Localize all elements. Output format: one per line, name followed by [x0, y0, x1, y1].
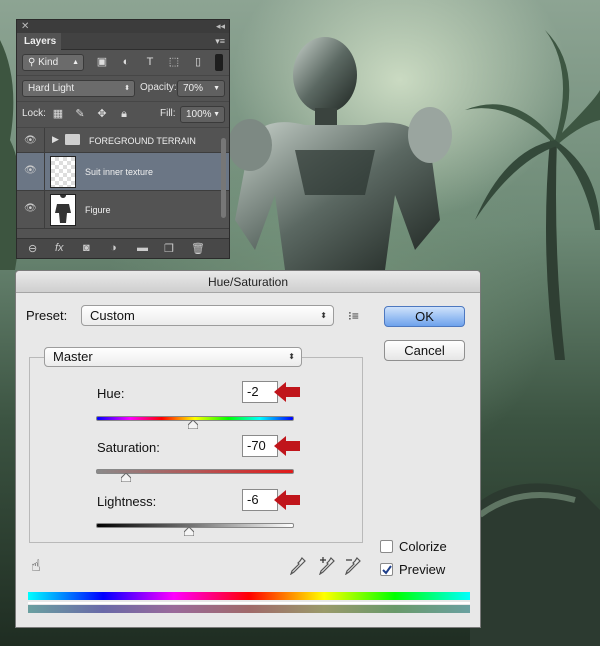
layer-row-group[interactable]: 👁︎ ▶ FOREGROUND TERRAIN [17, 128, 229, 153]
chevron-down-icon: ▼ [213, 85, 220, 92]
lock-transparent-icon[interactable]: ▦ [51, 107, 65, 121]
chevron-updown-icon: ⬍ [288, 352, 295, 361]
input-color-bar [28, 592, 470, 600]
opacity-value: 70% [183, 83, 204, 94]
colorize-checkbox[interactable] [380, 540, 393, 553]
color-bar-divider [28, 602, 470, 604]
preset-select[interactable]: Custom ⬍ [81, 305, 334, 326]
opacity-field[interactable]: 70% ▼ [177, 80, 225, 97]
colorize-label: Colorize [399, 539, 447, 554]
targeted-adjustment-hand-icon[interactable]: ☝︎ [31, 556, 41, 576]
layer-thumbnail [50, 156, 76, 188]
layer-row[interactable]: 👁︎ Figure [17, 191, 229, 229]
preview-label: Preview [399, 562, 446, 577]
filter-toggle[interactable] [215, 54, 223, 71]
eye-icon[interactable]: 👁︎ [24, 136, 38, 146]
chevron-icon: ⬍ [124, 85, 130, 92]
adjustment-group [29, 357, 363, 543]
smart-object-filter-icon[interactable]: ▯ [191, 55, 205, 69]
lock-all-icon[interactable]: 🔒︎ [117, 107, 131, 121]
filter-kind-select[interactable]: ⚲ Kind ▲ [22, 54, 84, 71]
channel-value: Master [53, 349, 93, 364]
ok-button[interactable]: OK [384, 306, 465, 327]
divider [44, 191, 45, 228]
eyedropper-icon[interactable] [290, 557, 306, 575]
hue-saturation-dialog: Hue/Saturation Preset: Custom ⬍ ⁝≡ OK Ca… [15, 270, 481, 628]
figure-thumbnail-icon [55, 192, 71, 223]
eye-icon[interactable]: 👁︎ [24, 166, 38, 176]
mask-icon[interactable]: ◙ [83, 242, 90, 254]
adjustment-layer-icon[interactable]: ◑ [110, 242, 117, 254]
eyedropper-add-icon[interactable] [318, 557, 336, 575]
fill-label: Fill: [160, 108, 176, 119]
lock-position-icon[interactable]: ✥ [95, 107, 109, 121]
type-filter-icon[interactable]: T [143, 55, 157, 69]
new-group-icon[interactable]: ▬ [137, 242, 148, 254]
layer-name: Suit inner texture [85, 167, 154, 177]
collapse-icon[interactable]: ◂◂ [216, 20, 225, 33]
layer-row-selected[interactable]: 👁︎ Suit inner texture [17, 153, 229, 191]
layers-panel: ✕ ◂◂ Layers ▾≡ ⚲ Kind ▲ ▣ ◐ T ⬚ ▯ Hard L… [16, 19, 230, 259]
blend-mode-select[interactable]: Hard Light ⬍ [22, 80, 135, 97]
saturation-label: Saturation: [97, 440, 160, 455]
armored-robot-figure [228, 37, 452, 300]
layer-name: FOREGROUND TERRAIN [89, 136, 196, 146]
adjustment-filter-icon[interactable]: ◐ [119, 55, 133, 69]
preset-options-icon[interactable]: ⁝≡ [348, 309, 359, 323]
lock-row: Lock: ▦ ✎ ✥ 🔒︎ Fill: 100% ▼ [17, 102, 229, 128]
shape-filter-icon[interactable]: ⬚ [167, 55, 181, 69]
red-arrow-icon [274, 382, 300, 402]
layers-scrollbar[interactable] [221, 138, 226, 218]
output-color-bar [28, 605, 470, 613]
chevron-icon: ▲ [72, 59, 79, 66]
fill-value: 100% [186, 109, 212, 120]
filter-kind-label: Kind [38, 57, 59, 68]
close-icon[interactable]: ✕ [21, 20, 29, 33]
lightness-label: Lightness: [97, 494, 157, 509]
dialog-title: Hue/Saturation [16, 271, 480, 293]
red-arrow-icon [274, 490, 300, 510]
layers-panel-titlebar: ✕ ◂◂ [17, 20, 229, 33]
checkmark-icon [382, 565, 392, 575]
channel-select[interactable]: Master ⬍ [44, 347, 302, 367]
blend-mode-label: Hard Light [28, 83, 75, 94]
hue-label: Hue: [97, 386, 125, 401]
rock [470, 483, 600, 646]
divider [44, 153, 45, 190]
fill-field[interactable]: 100% ▼ [180, 106, 225, 123]
trash-icon[interactable]: 🗑︎ [191, 242, 205, 255]
link-icon[interactable]: ⊖ [28, 242, 37, 255]
hue-slider-thumb[interactable] [188, 420, 199, 429]
blend-row: Hard Light ⬍ Opacity: 70% ▼ [17, 76, 229, 102]
lightness-slider-track[interactable] [96, 523, 294, 528]
lock-pixels-icon[interactable]: ✎ [73, 107, 87, 121]
divider [44, 128, 45, 152]
folder-icon [65, 134, 80, 145]
preview-checkbox[interactable] [380, 563, 393, 576]
filter-row: ⚲ Kind ▲ ▣ ◐ T ⬚ ▯ [17, 50, 229, 76]
disclosure-triangle-icon[interactable]: ▶ [52, 134, 59, 145]
saturation-slider-thumb[interactable] [120, 473, 131, 482]
preset-label: Preset: [26, 308, 68, 323]
red-arrow-icon [274, 436, 300, 456]
preset-value: Custom [90, 308, 135, 323]
lock-label: Lock: [22, 108, 46, 119]
layers-bottom-bar: ⊖ fx ◙ ◑ ▬ ❐ 🗑︎ [17, 238, 229, 258]
layers-tab-row: Layers ▾≡ [17, 33, 229, 50]
eye-icon[interactable]: 👁︎ [24, 204, 38, 214]
layer-thumbnail [50, 192, 76, 226]
layer-name: Figure [85, 205, 111, 215]
search-icon: ⚲ [28, 57, 39, 68]
opacity-label: Opacity: [140, 82, 177, 93]
tab-layers[interactable]: Layers [17, 33, 61, 50]
chevron-updown-icon: ⬍ [320, 311, 327, 320]
fx-icon[interactable]: fx [55, 242, 64, 254]
image-filter-icon[interactable]: ▣ [95, 55, 109, 69]
chevron-down-icon: ▼ [213, 111, 220, 118]
eyedropper-subtract-icon[interactable] [344, 557, 362, 575]
lightness-slider-thumb[interactable] [184, 527, 195, 536]
panel-menu-icon[interactable]: ▾≡ [215, 36, 225, 47]
new-layer-icon[interactable]: ❐ [164, 242, 174, 255]
cancel-button[interactable]: Cancel [384, 340, 465, 361]
